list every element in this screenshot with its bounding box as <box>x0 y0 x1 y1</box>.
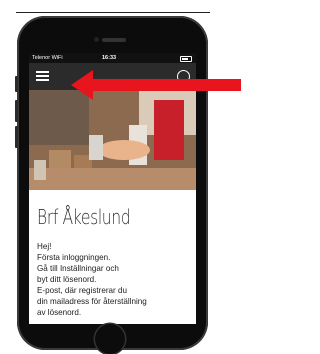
app-header <box>29 63 196 90</box>
status-bar: Telenor WiFi 16:33 <box>29 53 196 63</box>
phone-volume-down <box>15 126 18 148</box>
phone-volume-up <box>15 100 18 122</box>
front-camera <box>94 37 99 42</box>
main-content: Brf Åkeslund Hej! Första inloggningen. G… <box>37 205 192 318</box>
user-login-icon[interactable] <box>177 70 190 83</box>
welcome-line: din mailadress för återställning <box>37 297 147 306</box>
welcome-line: Första inloggningen. <box>37 253 111 262</box>
page-title: Brf Åkeslund <box>37 205 131 229</box>
top-rule <box>16 12 210 13</box>
phone-side-button <box>15 76 18 92</box>
welcome-line: av lösenord. <box>37 308 82 317</box>
menu-icon[interactable] <box>35 68 51 84</box>
earpiece-speaker <box>102 38 126 42</box>
phone-screen: Telenor WiFi 16:33 Brf Åkeslund Hej! För… <box>29 53 196 324</box>
welcome-text: Hej! Första inloggningen. Gå till Instäl… <box>37 241 192 318</box>
carrier-label: Telenor WiFi <box>32 55 63 61</box>
battery-icon <box>180 56 192 62</box>
welcome-line: E-post, där registrerar du <box>37 286 127 295</box>
hero-image <box>29 90 196 190</box>
welcome-line: Gå till Inställningar och <box>37 264 119 273</box>
welcome-line: Hej! <box>37 242 52 251</box>
phone-frame: Telenor WiFi 16:33 Brf Åkeslund Hej! För… <box>15 16 208 354</box>
status-time: 16:33 <box>102 55 117 61</box>
welcome-line: byt ditt lösenord. <box>37 275 97 284</box>
